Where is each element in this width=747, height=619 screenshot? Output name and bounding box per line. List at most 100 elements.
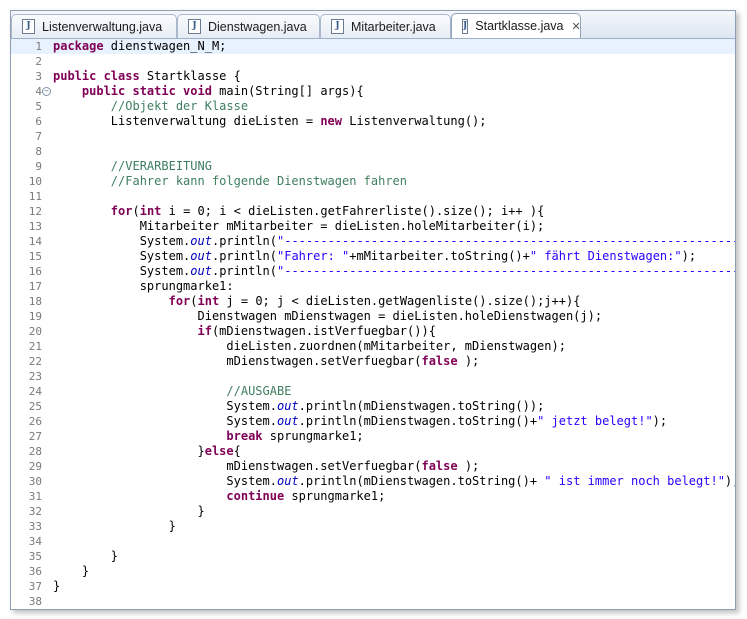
code-text: //AUSGABE (53, 384, 291, 399)
code-text: for(int j = 0; j < dieListen.getWagenlis… (53, 294, 581, 309)
code-token: .println(mDienstwagen.toString()+ (298, 474, 545, 488)
code-line[interactable]: 13 Mitarbeiter mMitarbeiter = dieListen.… (11, 219, 735, 234)
line-number: 27 (28, 430, 42, 443)
code-line[interactable]: 14 System.out.println("-----------------… (11, 234, 735, 249)
code-line[interactable]: 1 package dienstwagen_N_M; (11, 39, 735, 54)
code-line[interactable]: 36 } (11, 564, 735, 579)
code-token: System. (53, 264, 191, 278)
keyword-token: if (197, 324, 212, 338)
code-editor[interactable]: 1 package dienstwagen_N_M; 2 3 public class … (11, 39, 735, 609)
string-token: "---------------------------------------… (277, 234, 736, 248)
code-text: } (53, 579, 60, 594)
code-line[interactable]: 22 mDienstwagen.setVerfuegbar(false ); (11, 354, 735, 369)
code-line[interactable]: 28 }else{ (11, 444, 735, 459)
code-line[interactable]: 23 (11, 369, 735, 384)
code-line[interactable]: 9 //VERARBEITUNG (11, 159, 735, 174)
code-token: sprungmarke1; (284, 489, 386, 503)
code-token: dienstwagen_N_M; (103, 39, 227, 53)
code-text: Mitarbeiter mMitarbeiter = dieListen.hol… (53, 219, 545, 234)
line-number: 33 (28, 520, 42, 533)
close-tab-icon[interactable]: ✕ (572, 20, 581, 33)
code-line[interactable]: 19 Dienstwagen mDienstwagen = dieListen.… (11, 309, 735, 324)
tab-mitarbeiter[interactable]: J Mitarbeiter.java (320, 14, 451, 38)
code-line[interactable]: 2 (11, 54, 735, 69)
code-line[interactable]: 12 for(int i = 0; i < dieListen.getFahre… (11, 204, 735, 219)
tab-label: Dienstwagen.java (208, 19, 307, 34)
code-line[interactable]: 15 System.out.println("Fahrer: "+mMitarb… (11, 249, 735, 264)
code-text: //Fahrer kann folgende Dienstwagen fahre… (53, 174, 407, 189)
code-line[interactable]: 5 //Objekt der Klasse (11, 99, 735, 114)
line-number: 13 (28, 220, 42, 233)
code-text: public class Startklasse { (53, 69, 241, 84)
code-text: System.out.println("Fahrer: "+mMitarbeit… (53, 249, 696, 264)
code-token: } (53, 579, 61, 593)
code-line[interactable]: 4− public static void main(String[] args… (11, 84, 735, 99)
line-number: 1 (35, 40, 42, 53)
keyword-token: int (197, 294, 220, 308)
code-line[interactable]: 7 (11, 129, 735, 144)
code-text: mDienstwagen.setVerfuegbar(false ); (53, 459, 479, 474)
code-token: j = 0; j < dieListen.getWagenliste().siz… (219, 294, 581, 308)
line-number: 19 (28, 310, 42, 323)
editor-tab-bar: J Listenverwaltung.java J Dienstwagen.java J… (11, 11, 735, 39)
code-line[interactable]: 33 } (11, 519, 735, 534)
code-line[interactable]: 29 mDienstwagen.setVerfuegbar(false ); (11, 459, 735, 474)
field-token: out (190, 249, 212, 263)
code-line[interactable]: 27 break sprungmarke1; (11, 429, 735, 444)
code-line[interactable]: 16 System.out.println("-----------------… (11, 264, 735, 279)
code-text: mDienstwagen.setVerfuegbar(false ); (53, 354, 479, 369)
code-line[interactable]: 10 //Fahrer kann folgende Dienstwagen fa… (11, 174, 735, 189)
java-file-icon: J (331, 19, 344, 34)
line-number: 31 (28, 490, 42, 503)
code-token: System. (53, 249, 191, 263)
code-token: (mDienstwagen.istVerfuegbar()){ (211, 324, 436, 338)
code-line[interactable]: 34 (11, 534, 735, 549)
code-line[interactable]: 31 continue sprungmarke1; (11, 489, 735, 504)
code-line[interactable]: 8 (11, 144, 735, 159)
code-line[interactable]: 11 (11, 189, 735, 204)
tab-listenverwaltung[interactable]: J Listenverwaltung.java (11, 14, 177, 38)
line-number: 36 (28, 565, 42, 578)
keyword-token: false (421, 459, 458, 473)
code-line[interactable]: 6 Listenverwaltung dieListen = new Liste… (11, 114, 735, 129)
string-token: "---------------------------------------… (277, 264, 736, 278)
comment-token: //Objekt der Klasse (110, 99, 249, 113)
code-line[interactable]: 30 System.out.println(mDienstwagen.toStr… (11, 474, 735, 489)
code-line[interactable]: 32 } (11, 504, 735, 519)
code-line[interactable]: 35 } (11, 549, 735, 564)
code-line[interactable]: 25 System.out.println(mDienstwagen.toStr… (11, 399, 735, 414)
code-line[interactable]: 37} (11, 579, 735, 594)
code-line[interactable]: 18 for(int j = 0; j < dieListen.getWagen… (11, 294, 735, 309)
keyword-token: public static void (81, 84, 212, 98)
line-number: 12 (28, 205, 42, 218)
code-line[interactable]: 38 (11, 594, 735, 609)
code-text: for(int i = 0; i < dieListen.getFahrerli… (53, 204, 545, 219)
code-text: } (53, 519, 176, 534)
line-number: 25 (28, 400, 42, 413)
code-token: i = 0; i < dieListen.getFahrerliste().si… (161, 204, 545, 218)
field-token: out (190, 264, 212, 278)
code-line[interactable]: 17 sprungmarke1: (11, 279, 735, 294)
keyword-token: package (53, 39, 104, 53)
line-number: 20 (28, 325, 42, 338)
string-token: " ist immer noch belegt!" (544, 474, 725, 488)
code-line[interactable]: 3 public class Startklasse { (11, 69, 735, 84)
code-line[interactable]: 21 dieListen.zuordnen(mMitarbeiter, mDie… (11, 339, 735, 354)
code-line[interactable]: 26 System.out.println(mDienstwagen.toStr… (11, 414, 735, 429)
line-number: 9 (35, 160, 42, 173)
code-text: break sprungmarke1; (53, 429, 363, 444)
code-token: Listenverwaltung(); (342, 114, 487, 128)
tab-dienstwagen[interactable]: J Dienstwagen.java (177, 14, 320, 38)
field-token: out (276, 474, 299, 488)
code-line[interactable]: 20 if(mDienstwagen.istVerfuegbar()){ (11, 324, 735, 339)
line-number: 6 (35, 115, 42, 128)
field-token: out (190, 234, 212, 248)
code-line[interactable]: 24 //AUSGABE (11, 384, 735, 399)
tab-startklasse[interactable]: J Startklasse.java ✕ (451, 13, 581, 38)
fold-collapse-icon[interactable]: − (42, 87, 51, 96)
